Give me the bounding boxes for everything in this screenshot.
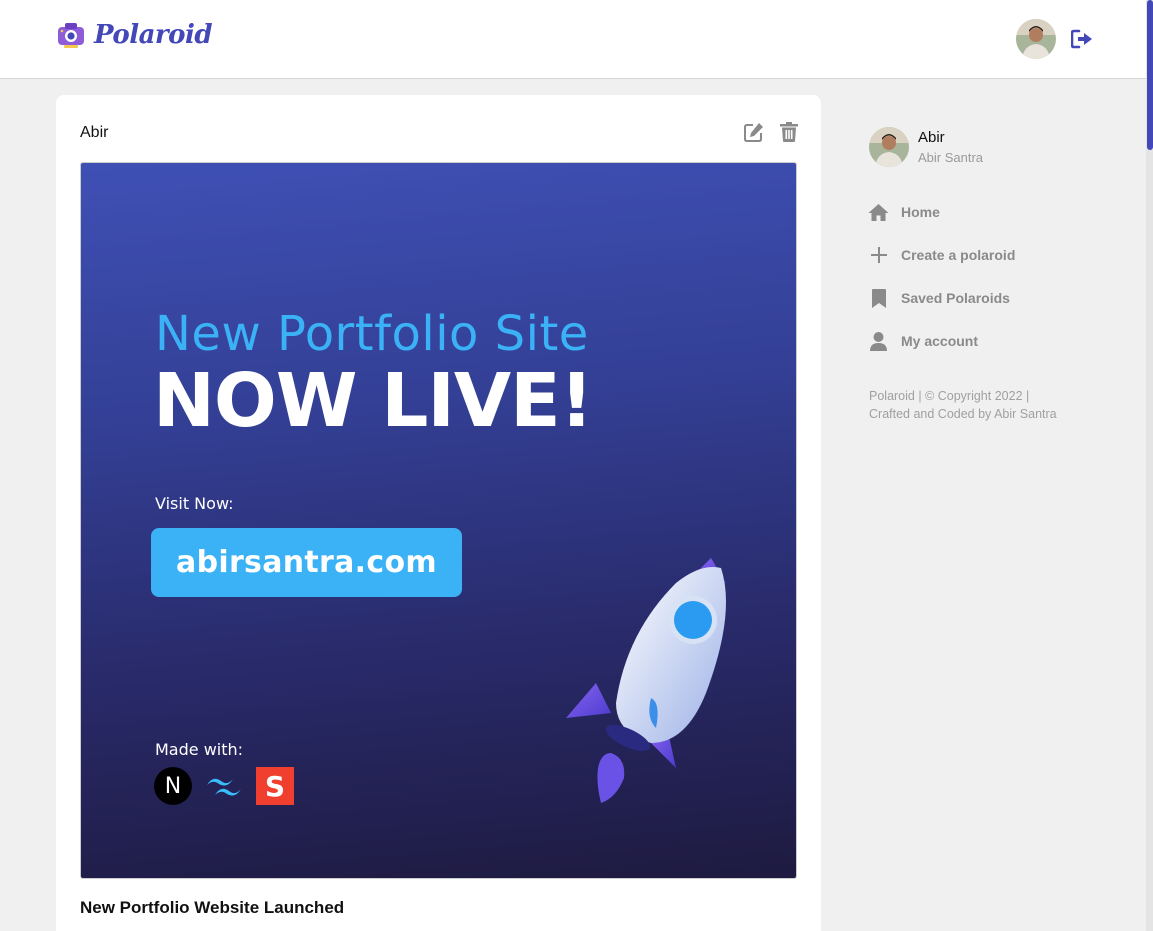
sidebar-username[interactable]: Abir bbox=[918, 129, 945, 146]
plus-icon bbox=[868, 245, 889, 265]
camera-icon bbox=[58, 23, 84, 48]
scrollbar[interactable] bbox=[1146, 0, 1153, 931]
sidebar-item-create[interactable]: Create a polaroid bbox=[868, 245, 1015, 265]
scrollbar-thumb[interactable] bbox=[1147, 0, 1153, 150]
sidebar-item-label: Create a polaroid bbox=[901, 247, 1016, 263]
sidebar-item-home[interactable]: Home bbox=[868, 202, 940, 222]
sidebar-item-label: Home bbox=[901, 204, 940, 220]
user-icon bbox=[868, 331, 889, 351]
logout-icon[interactable] bbox=[1071, 29, 1093, 49]
post-image[interactable]: New Portfolio Site NOW LIVE! Visit Now: … bbox=[80, 162, 797, 879]
bookmark-icon bbox=[868, 288, 889, 308]
user-avatar[interactable] bbox=[1016, 19, 1056, 59]
logo[interactable]: Polaroid bbox=[56, 20, 213, 50]
image-url-badge: abirsantra.com bbox=[151, 528, 462, 597]
sidebar-footer: Polaroid | © Copyright 2022 | Crafted an… bbox=[869, 389, 1057, 421]
sidebar-item-label: My account bbox=[901, 333, 979, 349]
sidebar-avatar[interactable] bbox=[869, 127, 909, 167]
logo-text: Polaroid bbox=[94, 20, 213, 50]
image-headline: NOW LIVE! bbox=[153, 358, 593, 444]
post-title: New Portfolio Website Launched bbox=[80, 898, 345, 917]
image-subtitle: New Portfolio Site bbox=[155, 306, 589, 362]
rocket-illustration bbox=[566, 558, 726, 803]
sidebar-item-label: Saved Polaroids bbox=[901, 290, 1010, 306]
post-author[interactable]: Abir bbox=[80, 124, 108, 142]
nextjs-icon: N bbox=[154, 767, 192, 805]
sidebar-item-account[interactable]: My account bbox=[868, 331, 978, 351]
tailwind-icon bbox=[207, 778, 241, 796]
sidebar-item-saved[interactable]: Saved Polaroids bbox=[868, 288, 1010, 308]
image-made-with-label: Made with: bbox=[155, 740, 244, 759]
post-card: Abir New Portfolio Site NOW LIVE! Visit … bbox=[56, 95, 821, 931]
image-visit-label: Visit Now: bbox=[155, 494, 234, 513]
edit-icon[interactable] bbox=[744, 122, 764, 142]
home-icon bbox=[868, 202, 889, 222]
svelte-icon: S bbox=[256, 767, 294, 805]
sidebar-fullname: Abir Santra bbox=[918, 150, 984, 165]
top-header: Polaroid bbox=[0, 0, 1146, 79]
delete-icon[interactable] bbox=[780, 122, 798, 142]
